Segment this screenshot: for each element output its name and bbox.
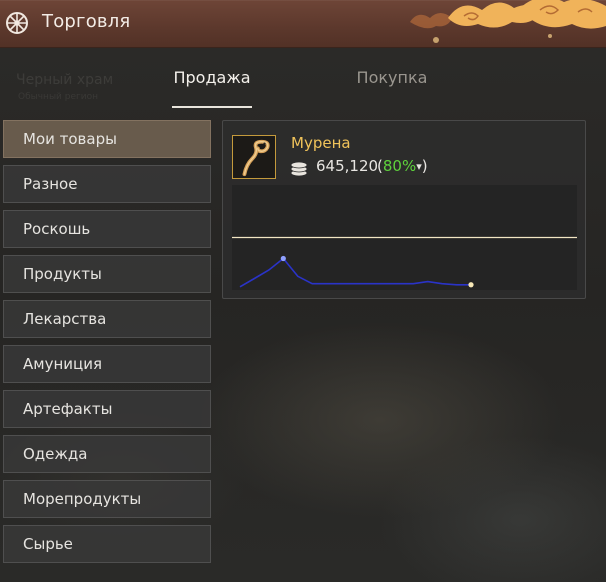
tab-sell[interactable]: Продажа — [172, 68, 252, 92]
background-location-name: Черный храм — [16, 72, 114, 88]
peak-point — [280, 255, 286, 262]
window-title: Торговля — [42, 11, 131, 32]
background-location-sub: Обычный регион — [18, 92, 98, 102]
category-misc[interactable]: Разное — [3, 165, 211, 203]
price-percent: (80%▾) — [377, 157, 428, 175]
category-raw-materials[interactable]: Сырье — [3, 525, 211, 563]
category-medicine[interactable]: Лекарства — [3, 300, 211, 338]
trade-window: Торговля Черный храм Обычный регион Прод… — [0, 0, 606, 582]
tab-buy[interactable]: Покупка — [352, 68, 432, 92]
category-food[interactable]: Продукты — [3, 255, 211, 293]
moray-eel-icon — [232, 135, 276, 179]
category-seafood[interactable]: Морепродукты — [3, 480, 211, 518]
percent-close-paren: ) — [421, 157, 428, 175]
category-clothing[interactable]: Одежда — [3, 435, 211, 473]
price-history-chart — [232, 185, 577, 290]
cloud-ornament — [410, 0, 606, 43]
item-price: 645,120 — [316, 157, 379, 175]
product-card[interactable]: Мурена 645,120 (80%▾) — [222, 120, 586, 299]
category-artifacts[interactable]: Артефакты — [3, 390, 211, 428]
title-bar: Торговля — [0, 0, 606, 48]
price-line — [239, 257, 471, 288]
item-name: Мурена — [291, 134, 351, 152]
category-luxury[interactable]: Роскошь — [3, 210, 211, 248]
percent-value: 80% — [382, 157, 417, 175]
category-ammunition[interactable]: Амуниция — [3, 345, 211, 383]
coin-stack-icon — [290, 161, 308, 177]
wheel-icon — [6, 12, 28, 34]
current-point — [468, 282, 474, 288]
active-tab-indicator — [172, 106, 252, 108]
category-my-goods[interactable]: Мои товары — [3, 120, 211, 158]
